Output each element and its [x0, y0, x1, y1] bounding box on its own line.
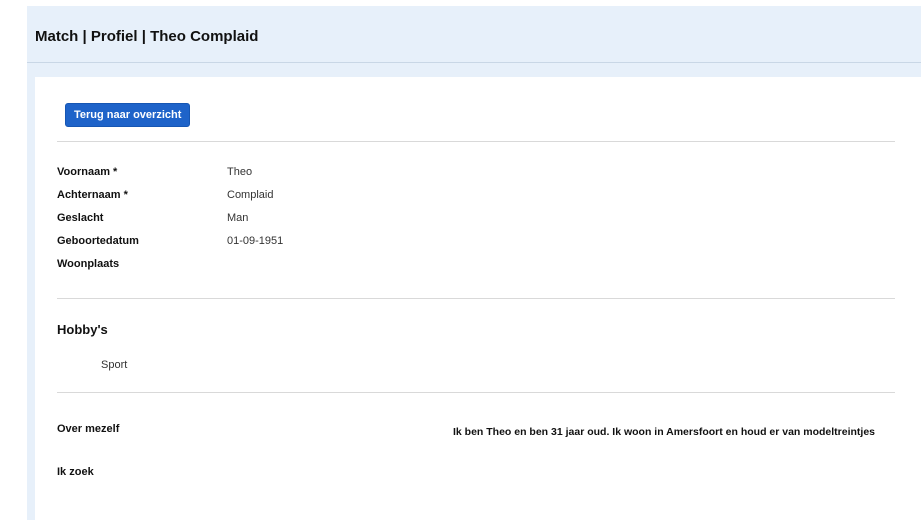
hobby-item: Sport	[101, 359, 128, 371]
about-me-label: Over mezelf	[57, 423, 120, 435]
field-label-woonplaats: Woonplaats	[57, 258, 120, 270]
browser-viewport: Match | Profiel | Theo Complaid Terug na…	[0, 0, 921, 520]
page-header: Match | Profiel | Theo Complaid	[27, 6, 921, 63]
divider	[57, 392, 895, 393]
field-label-geboortedatum: Geboortedatum	[57, 235, 139, 247]
field-value-voornaam: Theo	[227, 166, 253, 178]
field-value-geslacht: Man	[227, 212, 249, 224]
back-to-overview-button[interactable]: Terug naar overzicht	[65, 103, 191, 127]
divider	[57, 298, 895, 299]
profile-card: Terug naar overzicht Voornaam * Theo Ach…	[35, 77, 921, 520]
field-value-geboortedatum: 01-09-1951	[227, 235, 284, 247]
looking-for-label: Ik zoek	[57, 466, 94, 478]
field-value-achternaam: Complaid	[227, 189, 274, 201]
divider	[57, 141, 895, 142]
about-me-text: Ik ben Theo en ben 31 jaar oud. Ik woon …	[453, 426, 876, 438]
field-label-geslacht: Geslacht	[57, 212, 104, 224]
field-label-achternaam: Achternaam *	[57, 189, 128, 201]
profile-panel: Match | Profiel | Theo Complaid Terug na…	[27, 6, 921, 520]
field-label-voornaam: Voornaam *	[57, 166, 118, 178]
page-title: Match | Profiel | Theo Complaid	[35, 28, 259, 45]
hobbies-heading: Hobby's	[57, 322, 108, 337]
